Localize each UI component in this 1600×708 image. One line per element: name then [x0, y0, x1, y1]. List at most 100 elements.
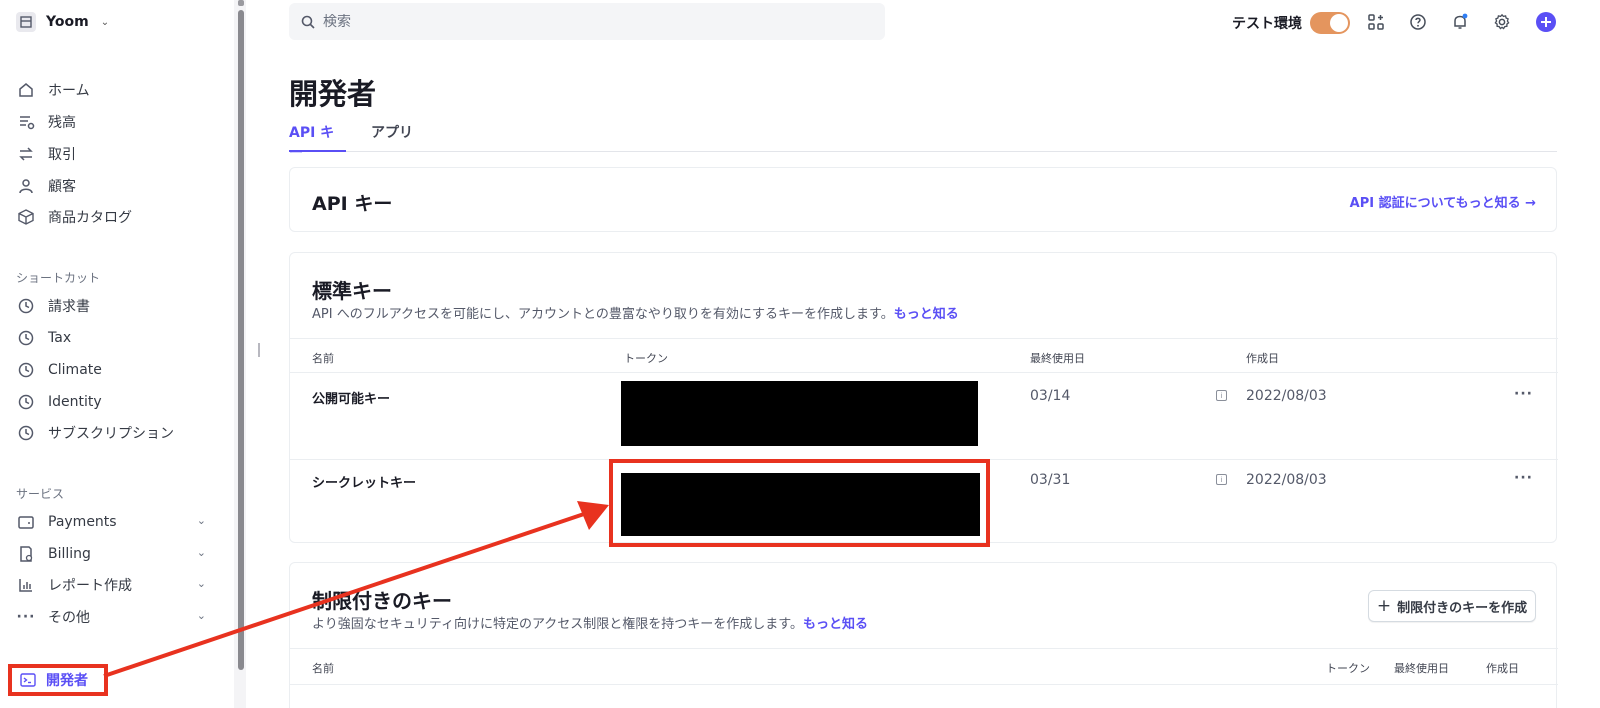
sidebar-item-billing[interactable]: Billing ⌄ — [16, 542, 216, 566]
transactions-icon — [16, 144, 36, 164]
sidebar-item-label: レポート作成 — [48, 578, 132, 594]
standard-keys-description: API へのフルアクセスを可能にし、アカウントとの豊富なやり取りを有効にするキー… — [312, 303, 959, 322]
sidebar-scrollbar-thumb[interactable] — [238, 10, 244, 670]
sidebar-item-label: サブスクリプション — [48, 426, 174, 442]
product-catalog-icon — [16, 207, 36, 227]
chevron-down-icon[interactable]: ⌄ — [197, 577, 206, 590]
sidebar-item-label: ホーム — [48, 83, 90, 99]
test-mode-switch[interactable]: テスト環境 — [1232, 12, 1350, 34]
annotation-highlight-box — [609, 459, 990, 547]
api-keys-card: API キー API 認証についてもっと知る → — [289, 167, 1557, 232]
services-section-title: サービス — [16, 487, 65, 501]
sidebar-item-reports[interactable]: レポート作成 ⌄ — [16, 573, 216, 597]
sidebar-item-label: Billing — [48, 546, 91, 562]
last-used-publishable: 03/14 — [1030, 388, 1071, 404]
sidebar-item-label: その他 — [48, 610, 90, 626]
chevron-down-icon[interactable]: ⌄ — [197, 546, 206, 559]
restricted-keys-description: より強固なセキュリティ向けに特定のアクセス制限と権限を持つキーを作成します。もっ… — [312, 613, 868, 632]
create-plus-icon[interactable] — [1536, 12, 1556, 32]
home-icon — [16, 80, 36, 100]
sidebar-item-label: Identity — [48, 394, 102, 410]
row-actions-button[interactable]: ··· — [1514, 386, 1533, 402]
sidebar-resize-handle[interactable] — [258, 343, 260, 357]
sidebar-item-balance[interactable]: 残高 — [16, 110, 216, 134]
last-used-secret: 03/31 — [1030, 472, 1071, 488]
column-header-name: 名前 — [312, 662, 334, 675]
search-input[interactable] — [323, 13, 823, 30]
row-actions-button[interactable]: ··· — [1514, 470, 1533, 486]
sidebar-item-customers[interactable]: 顧客 — [16, 174, 216, 198]
redacted-token-publishable[interactable] — [621, 381, 978, 446]
created-secret: 2022/08/03 — [1246, 472, 1327, 488]
sidebar-item-home[interactable]: ホーム — [16, 78, 216, 102]
shortcuts-section-title: ショートカット — [16, 271, 101, 285]
chevron-down-icon: ⌄ — [100, 16, 110, 28]
tab-apps[interactable]: アプリ — [371, 122, 413, 152]
notification-bell-icon[interactable] — [1450, 12, 1470, 32]
terminal-icon — [20, 672, 36, 688]
chevron-down-icon[interactable]: ⌄ — [197, 514, 206, 527]
column-header-token: トークン — [1326, 662, 1370, 675]
column-header-last-used: 最終使用日 — [1394, 662, 1449, 675]
standard-keys-description-text: API へのフルアクセスを可能にし、アカウントとの豊富なやり取りを有効にするキー… — [312, 307, 894, 322]
api-auth-learn-more-link[interactable]: API 認証についてもっと知る → — [1350, 192, 1536, 211]
sidebar-item-more[interactable]: ··· その他 ⌄ — [16, 605, 216, 629]
search-icon — [301, 15, 315, 29]
sidebar-item-label: 顧客 — [48, 179, 76, 195]
page-title: 開発者 — [289, 77, 377, 111]
info-icon[interactable]: i — [1216, 474, 1227, 485]
sidebar-item-label: 残高 — [48, 115, 76, 131]
tab-api-keys[interactable]: API キー — [289, 122, 346, 161]
divider — [290, 338, 1558, 339]
account-switcher[interactable]: Yoom ⌄ — [16, 10, 109, 34]
key-name-publishable: 公開可能キー — [312, 392, 391, 407]
billing-icon — [16, 544, 36, 564]
help-icon[interactable] — [1408, 12, 1428, 32]
sidebar-item-identity[interactable]: Identity — [16, 390, 216, 414]
divider — [290, 684, 1558, 685]
standard-keys-learn-more-link[interactable]: もっと知る — [894, 307, 959, 322]
test-mode-toggle[interactable] — [1310, 12, 1350, 34]
test-mode-label: テスト環境 — [1232, 16, 1302, 32]
page-tabs: API キー アプリ — [289, 122, 1557, 161]
sidebar-item-label: Payments — [48, 514, 117, 530]
reports-icon — [16, 575, 36, 595]
sidebar-item-subscriptions[interactable]: サブスクリプション — [16, 421, 216, 445]
sidebar-scrollbar-cap — [238, 0, 244, 6]
gear-icon[interactable] — [1492, 12, 1512, 32]
clock-icon — [16, 296, 36, 316]
restricted-keys-title: 制限付きのキー — [312, 589, 452, 613]
created-publishable: 2022/08/03 — [1246, 388, 1327, 404]
divider — [290, 372, 1558, 373]
sidebar-item-transactions[interactable]: 取引 — [16, 142, 216, 166]
divider — [290, 648, 1558, 649]
clock-icon — [16, 360, 36, 380]
create-restricted-key-button[interactable]: + 制限付きのキーを作成 — [1368, 590, 1536, 622]
customer-icon — [16, 176, 36, 196]
sidebar-item-label: 開発者 — [46, 673, 88, 689]
sidebar-item-tax[interactable]: Tax — [16, 326, 216, 350]
account-name: Yoom — [46, 14, 89, 30]
restricted-keys-learn-more-link[interactable]: もっと知る — [803, 617, 868, 632]
sidebar-item-developers[interactable]: 開発者 — [8, 664, 108, 696]
apps-icon[interactable] — [1366, 12, 1386, 32]
sidebar-item-climate[interactable]: Climate — [16, 358, 216, 382]
column-header-created: 作成日 — [1246, 352, 1279, 365]
sidebar-item-label: 請求書 — [48, 299, 90, 315]
info-icon[interactable]: i — [1216, 390, 1227, 401]
sidebar-item-invoices[interactable]: 請求書 — [16, 294, 216, 318]
sidebar-item-label: 取引 — [48, 147, 76, 163]
chevron-down-icon[interactable]: ⌄ — [197, 609, 206, 622]
clock-icon — [16, 423, 36, 443]
column-header-last-used: 最終使用日 — [1030, 352, 1085, 365]
wallet-icon — [16, 512, 36, 532]
sidebar-item-payments[interactable]: Payments ⌄ — [16, 510, 216, 534]
column-header-created: 作成日 — [1486, 662, 1519, 675]
column-header-name: 名前 — [312, 352, 334, 365]
sidebar-item-product-catalog[interactable]: 商品カタログ — [16, 205, 216, 229]
restricted-keys-card: 制限付きのキー より強固なセキュリティ向けに特定のアクセス制限と権限を持つキーを… — [289, 562, 1558, 708]
search-bar[interactable] — [289, 3, 885, 40]
more-dots-icon: ··· — [16, 609, 36, 625]
key-name-secret: シークレットキー — [312, 476, 417, 491]
balance-icon — [16, 112, 36, 132]
